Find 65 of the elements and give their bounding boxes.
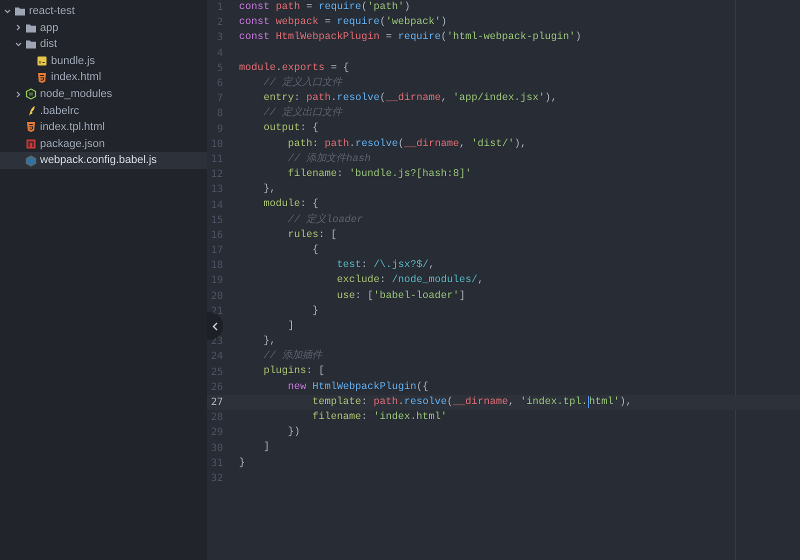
code-line: const HtmlWebpackPlugin = require('html-webpack-plugin') — [239, 30, 582, 46]
code-line: const webpack = require('webpack') — [239, 16, 447, 30]
tree-item[interactable]: index.html — [0, 69, 207, 86]
code-line: entry: path.resolve(__dirname, 'app/index.jsx'), — [262, 92, 557, 106]
code-line: // 定义loader — [286, 212, 363, 228]
code-line: ] — [286, 320, 294, 334]
html-file-icon — [25, 121, 37, 134]
code-line: }) — [286, 426, 300, 440]
folder-icon — [25, 38, 37, 50]
tree-item-label: app — [40, 20, 58, 36]
cube-icon — [25, 154, 37, 167]
code-line: // 添加文件hash — [286, 152, 371, 167]
tree-item[interactable]: dist — [0, 36, 207, 53]
code-line: plugins: [ — [262, 364, 325, 380]
code-line: const path = require('path') — [239, 0, 410, 15]
npm-file-icon — [25, 138, 37, 150]
tree-item-label: index.tpl.html — [40, 120, 105, 136]
code-line: ] — [262, 440, 270, 456]
html-file-icon — [36, 72, 48, 84]
chevron-right-icon[interactable] — [15, 90, 22, 98]
tree-item[interactable]: react-test — [0, 3, 207, 20]
chevron-left-icon — [212, 322, 218, 330]
js-file-icon — [36, 55, 48, 68]
chevron-down-icon[interactable] — [15, 40, 22, 48]
tree-item[interactable]: index.tpl.html — [0, 119, 207, 136]
code-line: filename: 'bundle.js?[hash:8]' — [286, 168, 472, 182]
tree-item-label: package.json — [40, 136, 105, 152]
code-line: use: ['babel-loader'] — [336, 290, 466, 304]
code-line: // 添加插件 — [262, 349, 322, 364]
code-line: output: { — [262, 122, 318, 136]
code-line: module.exports = { — [239, 62, 350, 76]
code-line: exclude: /node_modules/, — [336, 274, 484, 288]
chevron-right-icon[interactable] — [15, 24, 22, 32]
tree-item[interactable]: app — [0, 20, 207, 36]
code-line: // 定义入口文件 — [262, 76, 342, 91]
code-line: } — [311, 304, 318, 319]
tree-item[interactable]: bundle.js — [0, 52, 207, 70]
tree-item[interactable]: .babelrc — [0, 102, 207, 120]
code-line: new HtmlWebpackPlugin({ — [286, 380, 429, 395]
tree-item-label: webpack.config.babel.js — [40, 153, 157, 168]
tree-item[interactable]: package.json — [0, 136, 207, 152]
code-line: path: path.resolve(__dirname, 'dist/'), — [286, 138, 526, 152]
tree-item-label: dist — [40, 37, 58, 52]
tree-item[interactable]: node_modules — [0, 86, 207, 103]
hexagon-icon — [25, 88, 37, 100]
folder-icon — [25, 22, 37, 34]
code-line: }, — [262, 182, 276, 198]
chevron-down-icon[interactable] — [4, 8, 11, 15]
code-line: }, — [262, 334, 276, 350]
code-line: { — [311, 244, 318, 258]
code-line: template: path.resolve(__dirname, 'index.tpl.html'), — [311, 395, 632, 410]
tree-item-label: react-test — [29, 4, 75, 20]
tree-item-label: index.html — [51, 70, 102, 86]
tree-item-label: bundle.js — [51, 54, 96, 69]
code-line: rules: [ — [286, 228, 337, 243]
folder-icon — [14, 5, 26, 18]
tree-item-label: node_modules — [40, 87, 112, 102]
code-line: } — [239, 456, 246, 471]
code-line: test: /\.jsx?$/, — [336, 258, 435, 274]
tree-item[interactable]: webpack.config.babel.js — [0, 152, 207, 169]
line-number: 27 — [210, 396, 223, 410]
code-line: filename: 'index.html' — [311, 410, 447, 426]
code-line: // 定义出口文件 — [262, 106, 342, 122]
tree-item-label: .babelrc — [40, 104, 80, 119]
code-line: module: { — [262, 198, 318, 212]
